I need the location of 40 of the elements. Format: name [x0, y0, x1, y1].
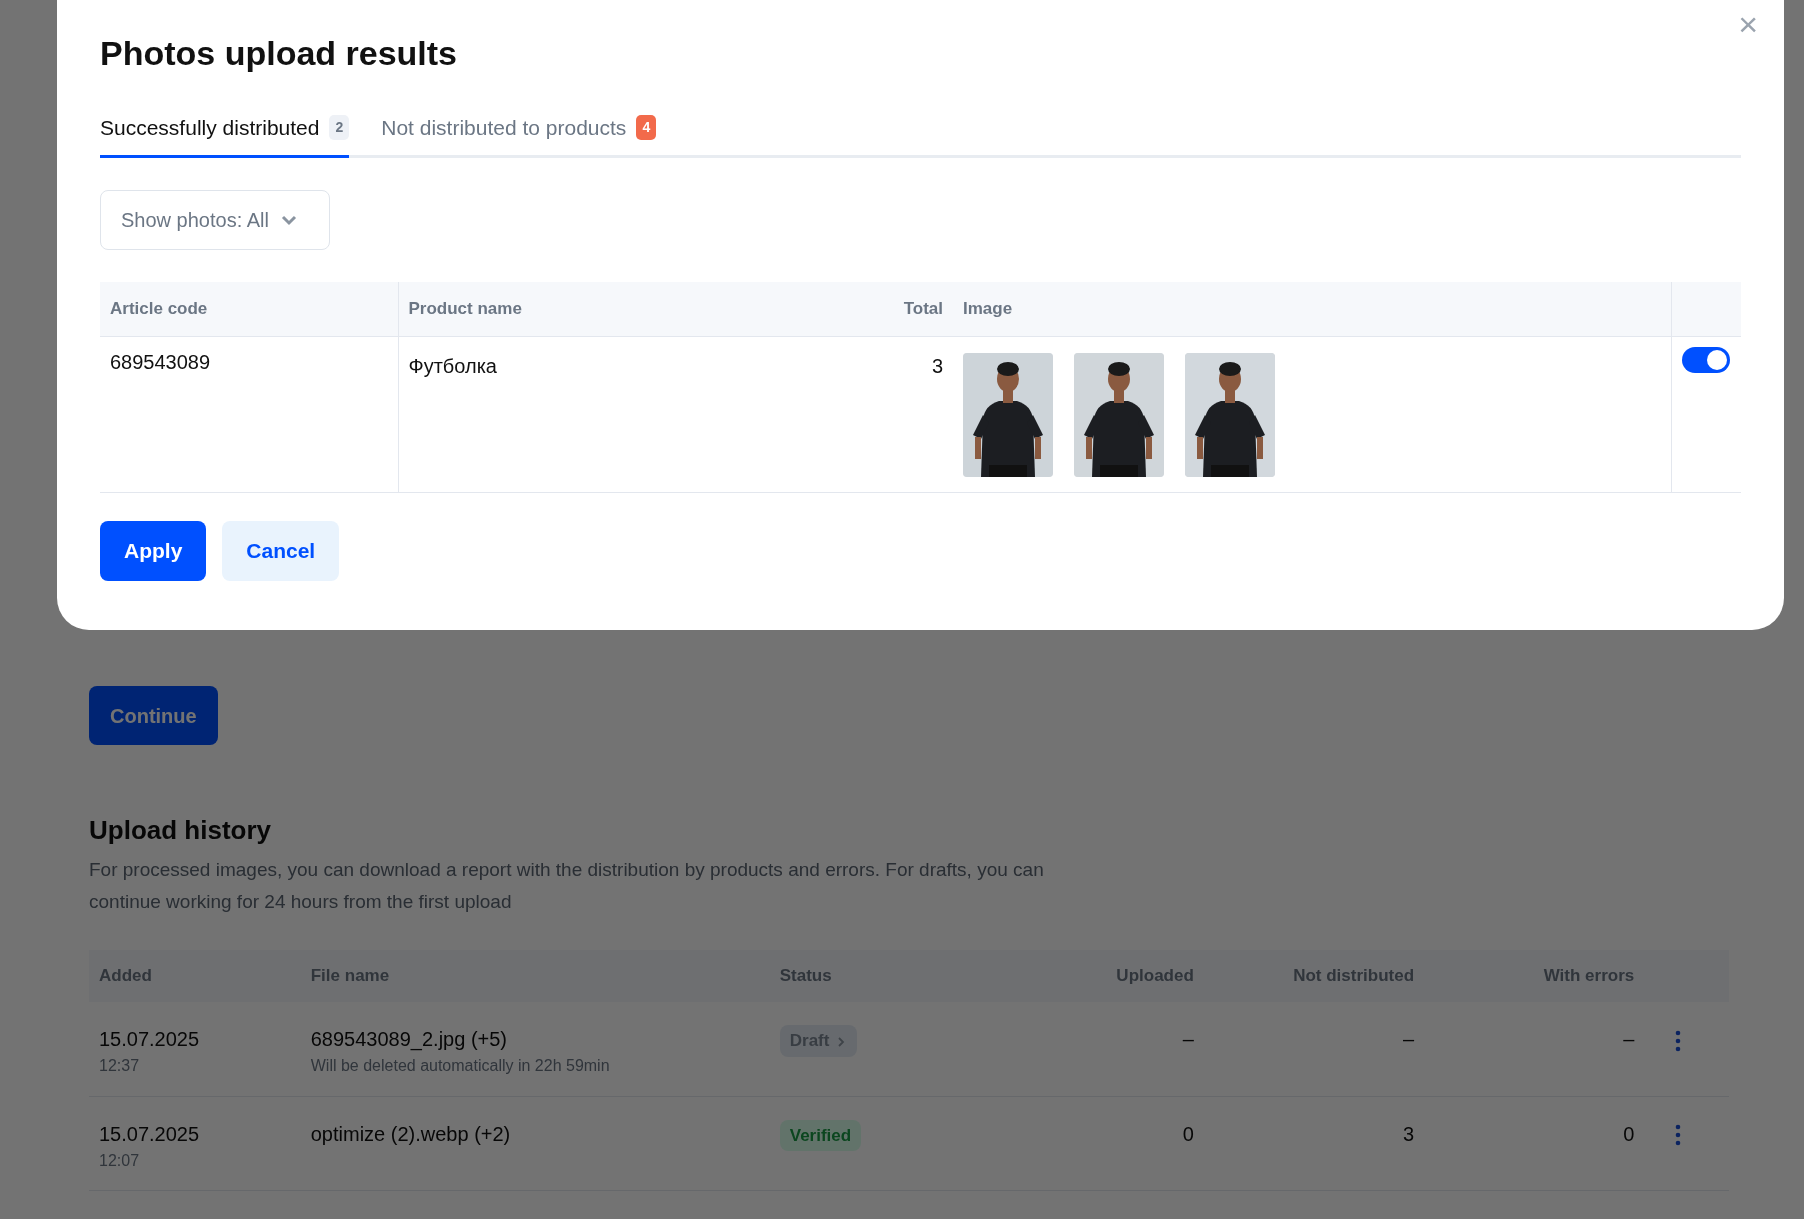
- column-header: Status: [769, 950, 1045, 1003]
- column-header: Image: [953, 282, 1671, 337]
- file-name: 689543089_2.jpg (+5): [310, 1027, 508, 1053]
- dialog-title: Photos upload results: [100, 33, 459, 74]
- apply-button[interactable]: Apply: [100, 520, 207, 581]
- numeric-value: 0: [1182, 1122, 1194, 1145]
- count-badge: 2: [329, 115, 350, 141]
- continue-button[interactable]: Continue: [89, 686, 218, 745]
- column-header: Not distributed: [1203, 950, 1425, 1003]
- time-text: 12:37: [99, 1056, 141, 1077]
- product-name: Футболка: [408, 354, 497, 377]
- file-name: optimize (2).webp (+2): [310, 1121, 512, 1147]
- count-badge: 4: [636, 115, 657, 141]
- chevron-down-icon: [280, 214, 297, 227]
- numeric-value: –: [1182, 1028, 1194, 1051]
- section-description: For processed images, you can download a report with the distribution by products and errors. For drafts, you can continue working for 24 hours from the first upload: [89, 858, 1045, 915]
- filter-dropdown[interactable]: Show photos: All: [100, 190, 330, 251]
- column-header: With errors: [1424, 950, 1645, 1003]
- numeric-value: –: [1623, 1028, 1635, 1051]
- column-header: Added: [89, 950, 301, 1003]
- deletion-note: Will be deleted automatically in 22h 59min: [310, 1056, 611, 1077]
- numeric-value: 3: [1402, 1122, 1415, 1145]
- cancel-button[interactable]: Cancel: [222, 520, 340, 581]
- column-header: Uploaded: [1045, 950, 1204, 1003]
- tab[interactable]: Not distributed to products 4: [381, 111, 657, 159]
- column-header: Product name: [398, 282, 838, 337]
- section-title: Upload history: [89, 815, 272, 847]
- time-text: 12:07: [99, 1150, 141, 1171]
- tab[interactable]: Successfully distributed 2: [100, 111, 350, 159]
- status-badge: Verified: [779, 1119, 862, 1152]
- total-count: 3: [931, 354, 943, 377]
- date-text: 15.07.2025: [99, 1027, 201, 1053]
- article-code: 689543089: [110, 350, 211, 373]
- date-text: 15.07.2025: [99, 1121, 201, 1147]
- column-header: Total: [838, 282, 953, 337]
- numeric-value: –: [1402, 1028, 1415, 1051]
- column-header: File name: [300, 950, 770, 1003]
- toggle-switch[interactable]: [1681, 346, 1730, 373]
- column-header: Article code: [100, 282, 398, 337]
- numeric-value: 0: [1623, 1122, 1635, 1145]
